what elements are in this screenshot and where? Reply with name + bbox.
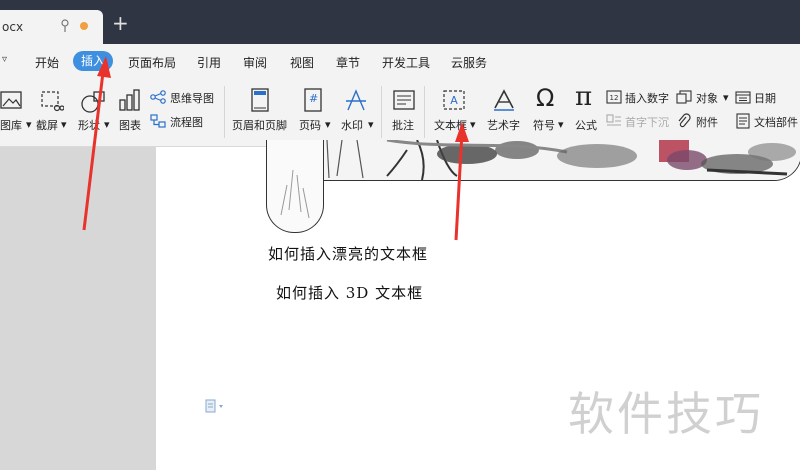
arrow-to-insert-menu xyxy=(82,63,106,231)
annotation-arrows xyxy=(82,56,469,241)
arrow-to-text-box-head xyxy=(455,122,469,142)
arrow-to-insert-menu-head xyxy=(97,56,111,78)
arrow-to-text-box xyxy=(454,131,464,241)
